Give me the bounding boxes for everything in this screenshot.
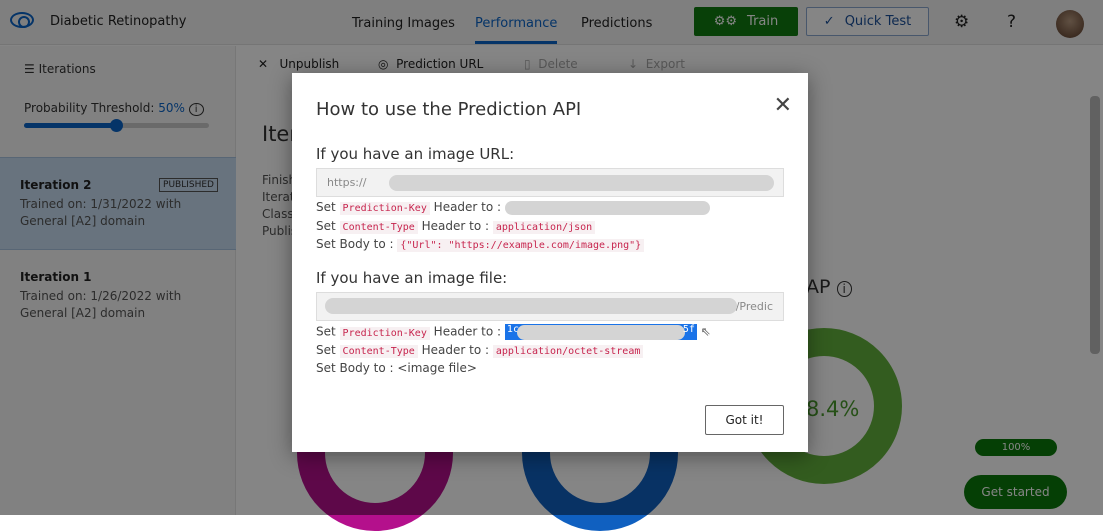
prediction-key-line: Set Prediction-Key Header to : <box>316 200 710 215</box>
prediction-key-line: Set Prediction-Key Header to : 1c 5f ⇖ <box>316 324 711 340</box>
selected-prediction-key[interactable]: 1c 5f <box>504 324 697 340</box>
image-url-endpoint[interactable]: https:// <box>316 168 784 197</box>
dialog-title: How to use the Prediction API <box>316 99 582 120</box>
redacted-key <box>504 200 710 215</box>
content-type-line: Set Content-Type Header to : application… <box>316 219 596 234</box>
got-it-button[interactable]: Got it! <box>705 405 784 435</box>
url-section-heading: If you have an image URL: <box>316 145 515 163</box>
body-line: Set Body to : {"Url": "https://example.c… <box>316 237 645 252</box>
file-section-heading: If you have an image file: <box>316 269 508 287</box>
content-type-line: Set Content-Type Header to : application… <box>316 343 644 358</box>
mouse-cursor-icon: ⇖ <box>700 324 711 339</box>
image-file-endpoint[interactable]: azure.com/customvision/v3.0/Predic <box>316 292 784 321</box>
body-line: Set Body to : <image file> <box>316 361 477 375</box>
close-icon[interactable]: ✕ <box>774 93 792 118</box>
prediction-api-dialog: How to use the Prediction API ✕ If you h… <box>292 73 808 452</box>
